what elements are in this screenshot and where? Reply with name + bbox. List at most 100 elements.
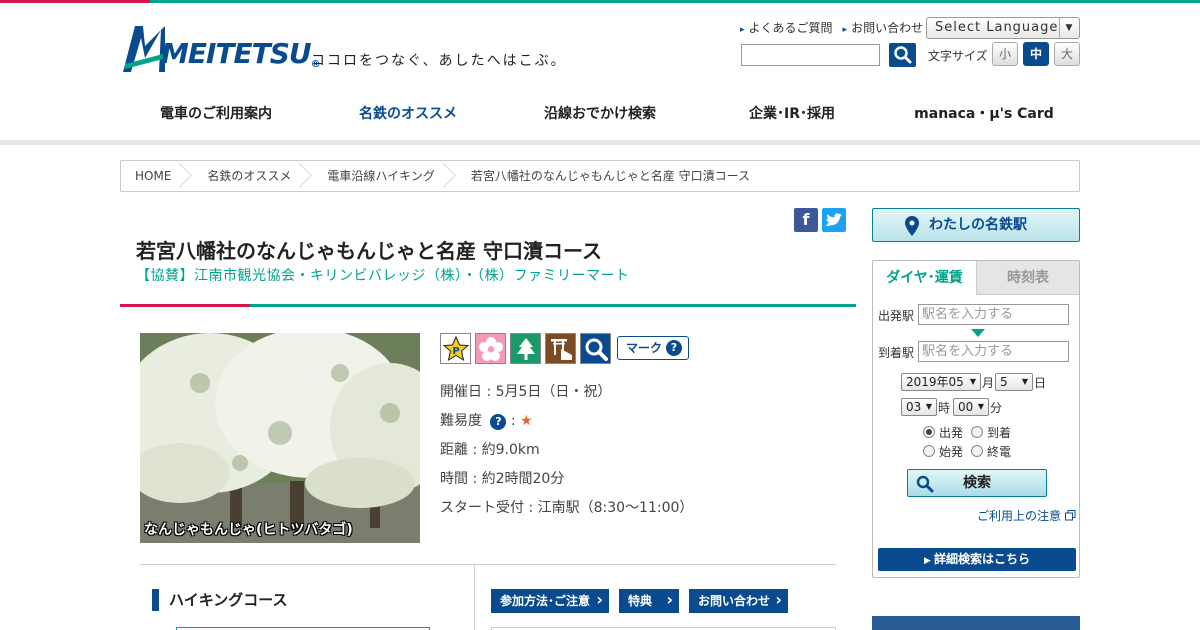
contact-link[interactable]: お問い合わせ (843, 19, 923, 36)
benefits-tab[interactable]: 特典 (619, 588, 679, 613)
hour-select[interactable]: 03 (901, 398, 937, 416)
my-station-button[interactable]: わたしの名鉄駅 (872, 208, 1080, 242)
language-select[interactable]: Select Language ▼ (926, 17, 1080, 39)
font-size-medium-button[interactable]: 中 (1023, 42, 1049, 66)
flowering-tree-image (140, 333, 420, 543)
breadcrumb-hiking[interactable]: 電車沿線ハイキング (313, 161, 456, 191)
sidebar-next-banner[interactable] (872, 616, 1080, 630)
chevron-down-icon: ▼ (1059, 18, 1079, 38)
radio-arrival[interactable]: 到着 (971, 424, 1011, 441)
utility-links: よくあるご質問 お問い合わせ (740, 19, 924, 36)
course-photo: なんじゃもんじゃ(ヒトツバタゴ) (140, 333, 420, 543)
difficulty-separator: : (510, 413, 516, 429)
shrine-icon (550, 338, 572, 360)
my-station-label: わたしの名鉄駅 (929, 217, 1027, 233)
arrow-right-icon: ▶ (923, 556, 935, 566)
search-button[interactable] (889, 43, 916, 67)
faq-link[interactable]: よくあるご質問 (740, 19, 833, 36)
font-size-label: 文字サイズ (928, 49, 988, 63)
year-month-select[interactable]: 2019年05 (901, 373, 981, 391)
nav-divider (0, 140, 1200, 145)
logo-m-icon (123, 26, 165, 72)
radio-departure[interactable]: 出発 (923, 424, 963, 441)
twitter-icon (826, 213, 842, 227)
radio-last-train[interactable]: 終電 (971, 443, 1011, 460)
from-station-input[interactable]: 駅名を入力する (918, 304, 1069, 325)
facebook-share-button[interactable]: f (794, 208, 818, 232)
logo-wordmark: MEITETSU® (161, 37, 321, 70)
parking-star-icon: P (442, 335, 469, 361)
facebook-icon: f (802, 210, 810, 229)
advanced-search-button[interactable]: ▶ 詳細検索はこちら (878, 548, 1076, 571)
nature-mark (510, 333, 541, 364)
nav-manaca[interactable]: manaca・μ's Card (888, 88, 1080, 144)
month-unit: 月 (982, 376, 995, 390)
search-icon (894, 46, 912, 64)
minute-unit: 分 (990, 401, 1003, 415)
nav-recommend[interactable]: 名鉄のオススメ (312, 88, 518, 144)
external-link-icon (1064, 510, 1076, 521)
breadcrumb-current: 若宮八幡社のなんじゃもんじゃと名産 守口漬コース (470, 169, 751, 183)
language-select-label: Select Language (935, 20, 1059, 35)
search-input[interactable] (741, 44, 880, 66)
mark-legend-label: マーク (626, 341, 663, 355)
breadcrumb: HOME 名鉄のオススメ 電車沿線ハイキング 若宮八幡社のなんじゃもんじゃと名産… (120, 160, 1080, 192)
top-accent-bar (0, 0, 1200, 3)
global-nav: 電車のご利用案内 名鉄のオススメ 沿線おでかけ検索 企業･IR･採用 manac… (120, 88, 1080, 144)
title-divider (120, 304, 856, 307)
hour-unit: 時 (938, 401, 951, 415)
route-search-label: 検索 (963, 475, 991, 491)
tree-icon (516, 337, 535, 360)
minute-select[interactable]: 00 (953, 398, 989, 416)
tab-timetable[interactable]: 時刻表 (977, 261, 1079, 295)
inquiry-tab[interactable]: お問い合わせ (689, 588, 788, 613)
start-reception: スタート受付 : 江南駅（8:30～11:00） (440, 500, 694, 516)
event-date: 開催日 : 5月5日（日・祝） (440, 384, 612, 400)
difficulty-label: 難易度 (440, 413, 482, 429)
tagline: ココロをつなぐ、あしたへはこぶ。 (311, 53, 567, 69)
arrow-down-icon (971, 329, 985, 337)
breadcrumb-home[interactable]: HOME (121, 161, 193, 191)
radio-first-train[interactable]: 始発 (923, 443, 963, 460)
participation-tab[interactable]: 参加方法･ご注意 (491, 588, 609, 613)
column-divider (474, 565, 475, 630)
map-pin-icon (905, 216, 919, 236)
help-icon: ? (666, 340, 682, 356)
tab-fare[interactable]: ダイヤ･運賃 (873, 261, 977, 295)
day-unit: 日 (1034, 376, 1047, 390)
usage-notes-label: ご利用上の注意 (977, 509, 1062, 523)
duration: 時間 : 約2時間20分 (440, 471, 565, 487)
flower-icon (478, 336, 503, 361)
svg-text:P: P (452, 346, 459, 357)
page-title: 若宮八幡社のなんじゃもんじゃと名産 守口漬コース (136, 239, 602, 263)
sponsor-text: 【協賛】江南市観光協会・キリンビバレッジ（株）・（株）ファミリーマート (136, 268, 630, 284)
nav-outing-search[interactable]: 沿線おでかけ検索 (504, 88, 696, 144)
route-search-widget: ダイヤ･運賃 時刻表 出発駅 駅名を入力する 到着駅 駅名を入力する 2019年… (872, 260, 1080, 578)
course-marks: P (440, 333, 611, 364)
hiking-course-heading: ハイキングコース (152, 589, 288, 611)
twitter-share-button[interactable] (822, 208, 846, 232)
nav-corporate[interactable]: 企業･IR･採用 (696, 88, 888, 144)
route-search-button[interactable]: 検索 (907, 469, 1047, 497)
content-divider (140, 564, 836, 565)
font-size-small-button[interactable]: 小 (992, 42, 1018, 66)
advanced-search-label: 詳細検索はこちら (934, 552, 1031, 566)
to-label: 到着駅 (878, 346, 915, 360)
mark-legend-button[interactable]: マーク ? (617, 336, 689, 360)
shrine-mark (545, 333, 576, 364)
magnifier-icon (585, 338, 608, 361)
nav-train-guide[interactable]: 電車のご利用案内 (120, 88, 312, 144)
difficulty-row: 難易度 ? : ★ (440, 410, 533, 430)
usage-notes-link[interactable]: ご利用上の注意 (977, 507, 1076, 524)
day-select[interactable]: 5 (995, 373, 1033, 391)
photo-caption: なんじゃもんじゃ(ヒトツバタゴ) (144, 522, 353, 538)
to-station-input[interactable]: 駅名を入力する (918, 341, 1069, 362)
parking-mark: P (440, 333, 471, 364)
flower-mark (475, 333, 506, 364)
font-size-large-button[interactable]: 大 (1054, 42, 1080, 66)
difficulty-star-icon: ★ (520, 413, 533, 429)
from-label: 出発駅 (878, 309, 915, 323)
difficulty-help-icon[interactable]: ? (490, 414, 507, 430)
breadcrumb-recommend[interactable]: 名鉄のオススメ (193, 161, 313, 191)
search-icon (916, 475, 934, 493)
